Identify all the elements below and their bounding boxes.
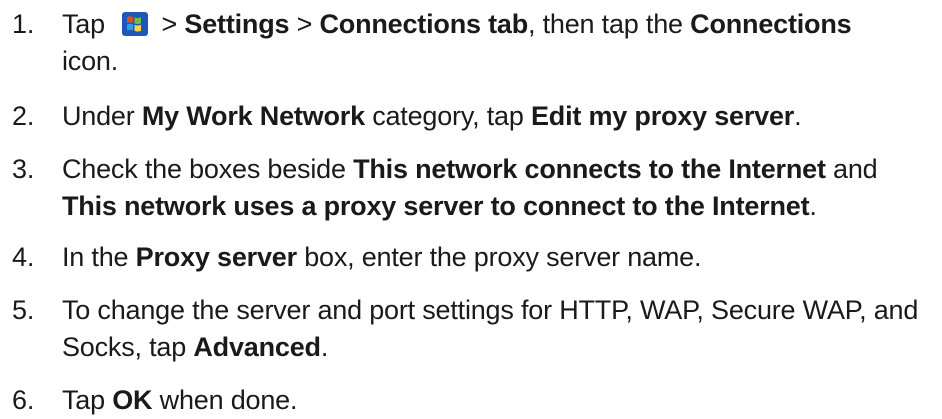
step-4: 4. In the Proxy server box, enter the pro…	[0, 239, 942, 276]
step-text: Tap	[62, 385, 113, 415]
step-keyword: Connections	[690, 9, 852, 39]
step-text: and	[825, 154, 878, 184]
step-text: >	[154, 9, 185, 39]
step-5: 5. To change the server and port settings…	[0, 292, 942, 366]
step-number: 6.	[12, 385, 35, 415]
step-number: 5.	[12, 295, 35, 325]
step-text: box, enter the proxy server name.	[296, 242, 702, 272]
step-text: .	[794, 101, 802, 131]
step-keyword: Edit my proxy server	[530, 101, 795, 131]
step-1: 1. Tap > Settings > Connections tab, then…	[0, 6, 942, 80]
step-text: , then tap the	[528, 9, 691, 39]
step-keyword: This network uses a proxy server to conn…	[62, 191, 810, 221]
step-6: 6. Tap OK when done.	[0, 382, 942, 419]
step-keyword: Advanced	[193, 332, 321, 362]
step-text: icon.	[62, 46, 119, 76]
step-text: category, tap	[364, 101, 531, 131]
step-text: Under	[62, 101, 142, 131]
step-text: In the	[62, 242, 136, 272]
step-keyword: OK	[112, 385, 153, 415]
step-text: when done.	[152, 385, 298, 415]
step-2: 2. Under My Work Network category, tap Ed…	[0, 98, 942, 135]
windows-start-icon	[122, 12, 149, 36]
step-number: 3.	[12, 154, 35, 184]
step-keyword: Settings	[184, 9, 290, 39]
step-keyword: Connections tab	[319, 9, 529, 39]
step-text: .	[809, 191, 817, 221]
step-keyword: Proxy server	[135, 242, 297, 272]
step-text: To change the server and port settings f…	[62, 295, 919, 362]
step-keyword: This network connects to the Internet	[353, 154, 826, 184]
step-3: 3. Check the boxes beside This network co…	[0, 151, 942, 225]
step-text: Tap	[62, 9, 113, 39]
step-number: 4.	[12, 242, 35, 272]
instruction-steps: 1. Tap > Settings > Connections tab, then…	[0, 0, 942, 419]
step-keyword: My Work Network	[141, 101, 365, 131]
step-number: 1.	[12, 9, 35, 39]
step-number: 2.	[12, 101, 35, 131]
step-text: .	[320, 332, 329, 362]
step-text: Check the boxes beside	[62, 154, 354, 184]
step-text: >	[289, 9, 320, 39]
